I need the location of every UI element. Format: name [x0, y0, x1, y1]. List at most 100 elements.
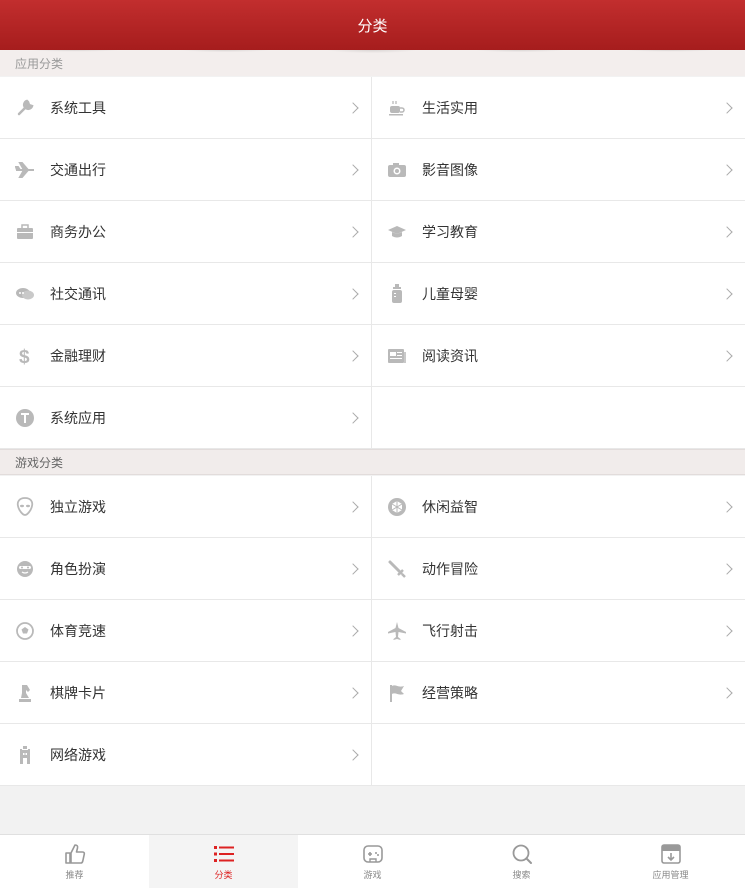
category-item-rpg[interactable]: 角色扮演: [0, 538, 372, 600]
category-label: 生活实用: [422, 99, 478, 116]
chevron-right-icon: [721, 225, 733, 238]
category-label: 社交通讯: [50, 285, 106, 302]
chevron-right-icon: [721, 287, 733, 300]
category-label: 独立游戏: [50, 498, 106, 515]
mask-icon: [15, 559, 35, 579]
puzzle-cube-icon: [387, 497, 407, 517]
bottom-tab-bar: 推荐 分类 游戏 搜索 应用管理: [0, 834, 745, 888]
list-icon: [212, 842, 236, 866]
category-label: 经营策略: [422, 684, 478, 701]
category-item-shooting[interactable]: 飞行射击: [372, 600, 745, 662]
camera-icon: [387, 160, 407, 180]
chevron-right-icon: [721, 500, 733, 513]
category-item-sports[interactable]: 体育竞速: [0, 600, 372, 662]
chevron-right-icon: [347, 562, 359, 575]
category-item-system-tools[interactable]: 系统工具: [0, 77, 372, 139]
category-item-business[interactable]: 商务办公: [0, 201, 372, 263]
chevron-right-icon: [347, 411, 359, 424]
category-item-indie[interactable]: 独立游戏: [0, 476, 372, 538]
category-item-reading[interactable]: 阅读资讯: [372, 325, 745, 387]
chevron-right-icon: [347, 101, 359, 114]
category-label: 动作冒险: [422, 560, 478, 577]
wrench-icon: [15, 98, 35, 118]
category-label: 棋牌卡片: [50, 684, 106, 701]
category-item-life[interactable]: 生活实用: [372, 77, 745, 139]
tab-search[interactable]: 搜索: [447, 835, 596, 888]
baby-bottle-icon: [387, 283, 407, 304]
sword-icon: [387, 559, 407, 579]
chevron-right-icon: [347, 500, 359, 513]
header-bar: 分类: [0, 0, 745, 50]
category-label: 商务办公: [50, 223, 106, 240]
chevron-right-icon: [347, 163, 359, 176]
category-label: 系统应用: [50, 409, 106, 426]
app-category-grid: 系统工具 生活实用 交通出行 影音图像 商务办公 学习教育 社交通讯 儿童母婴 …: [0, 77, 745, 449]
chevron-right-icon: [721, 686, 733, 699]
category-label: 交通出行: [50, 161, 106, 178]
category-item-action[interactable]: 动作冒险: [372, 538, 745, 600]
category-label: 体育竞速: [50, 622, 106, 639]
graduation-cap-icon: [387, 222, 407, 242]
category-item-education[interactable]: 学习教育: [372, 201, 745, 263]
category-item-finance[interactable]: $ 金融理财: [0, 325, 372, 387]
app-manage-icon: [659, 842, 683, 866]
chevron-right-icon: [721, 624, 733, 637]
category-label: 系统工具: [50, 99, 106, 116]
chevron-right-icon: [721, 349, 733, 362]
category-label: 休闲益智: [422, 498, 478, 515]
tab-label: 游戏: [363, 870, 382, 880]
category-label: 影音图像: [422, 161, 478, 178]
gamepad-icon: [361, 842, 385, 866]
fighter-jet-icon: [387, 621, 407, 641]
section-title-apps: 应用分类: [15, 56, 64, 71]
airplane-icon: [15, 160, 35, 180]
game-category-grid: 独立游戏 休闲益智 角色扮演 动作冒险 体育竞速 飞行射击 棋牌卡片 经营策略 …: [0, 476, 745, 786]
briefcase-icon: [15, 222, 35, 242]
category-label: 阅读资讯: [422, 347, 478, 364]
category-item-kids[interactable]: 儿童母婴: [372, 263, 745, 325]
category-item-transport[interactable]: 交通出行: [0, 139, 372, 201]
chevron-right-icon: [347, 349, 359, 362]
alien-icon: [15, 496, 35, 517]
category-item-online[interactable]: 网络游戏: [0, 724, 372, 786]
search-icon: [510, 842, 534, 866]
tab-app-manage[interactable]: 应用管理: [596, 835, 745, 888]
category-item-board-cards[interactable]: 棋牌卡片: [0, 662, 372, 724]
system-badge-icon: [15, 408, 35, 428]
chevron-right-icon: [347, 287, 359, 300]
tab-category[interactable]: 分类: [149, 835, 298, 888]
category-item-social[interactable]: 社交通讯: [0, 263, 372, 325]
chevron-right-icon: [347, 225, 359, 238]
flag-icon: [387, 683, 407, 703]
dollar-icon: $: [15, 346, 35, 366]
category-item-strategy[interactable]: 经营策略: [372, 662, 745, 724]
category-item-casual[interactable]: 休闲益智: [372, 476, 745, 538]
chevron-right-icon: [721, 562, 733, 575]
category-label: 网络游戏: [50, 746, 106, 763]
chevron-right-icon: [721, 101, 733, 114]
category-label: 金融理财: [50, 347, 106, 364]
chevron-right-icon: [721, 163, 733, 176]
tab-label: 应用管理: [652, 870, 689, 880]
category-item-media[interactable]: 影音图像: [372, 139, 745, 201]
tab-label: 推荐: [65, 870, 84, 880]
chevron-right-icon: [347, 624, 359, 637]
castle-tower-icon: [15, 745, 35, 765]
empty-cell: [372, 724, 745, 786]
tab-recommend[interactable]: 推荐: [0, 835, 149, 888]
chevron-right-icon: [347, 686, 359, 699]
chevron-right-icon: [347, 748, 359, 761]
section-title-games: 游戏分类: [0, 449, 745, 475]
chat-bubbles-icon: [15, 284, 35, 304]
category-label: 学习教育: [422, 223, 478, 240]
tab-label: 搜索: [512, 870, 531, 880]
svg-text:$: $: [19, 347, 30, 366]
tab-label: 分类: [214, 870, 233, 880]
category-label: 飞行射击: [422, 622, 478, 639]
tab-games[interactable]: 游戏: [298, 835, 447, 888]
page-title: 分类: [357, 17, 388, 35]
thumbs-up-icon: [63, 842, 87, 866]
category-item-system-apps[interactable]: 系统应用: [0, 387, 372, 449]
chess-knight-icon: [15, 683, 35, 703]
category-label: 儿童母婴: [422, 285, 478, 302]
